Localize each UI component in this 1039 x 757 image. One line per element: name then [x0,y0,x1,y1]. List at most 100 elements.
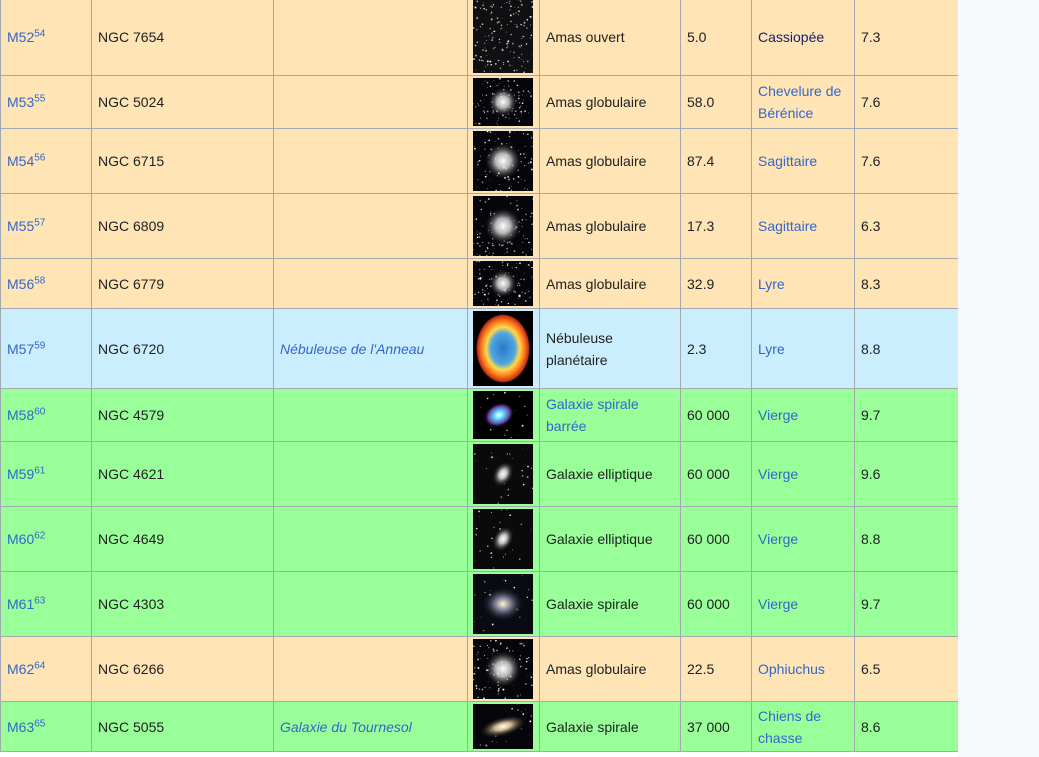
image-cell [467,388,540,442]
image-cell [467,258,540,309]
magnitude-cell: 9.7 [854,388,958,442]
ngc-cell: NGC 4303 [91,571,274,637]
magnitude-cell: 8.3 [854,258,958,309]
constellation-link[interactable]: Chiens de chasse [758,708,821,746]
reference-link[interactable]: 65 [34,718,45,729]
spiral-galaxy-image[interactable] [473,574,533,634]
messier-link[interactable]: M63 [7,719,34,735]
messier-cell: M6365 [0,701,92,752]
name-cell [273,441,468,507]
open-cluster-image[interactable] [473,0,533,73]
type-text: Galaxie spirale [546,596,639,612]
type-link[interactable]: Galaxie spirale barrée [546,396,639,434]
messier-cell: M6264 [0,636,92,702]
magnitude-cell: 6.5 [854,636,958,702]
constellation-cell: Lyre [751,258,855,309]
image-cell [467,128,540,194]
constellation-link[interactable]: Sagittaire [758,218,817,234]
messier-link[interactable]: M60 [7,531,34,547]
type-text: Amas globulaire [546,153,647,169]
reference-link[interactable]: 56 [34,152,45,163]
reference-link[interactable]: 57 [34,217,45,228]
image-cell [467,701,540,752]
ring-nebula-image[interactable] [473,311,533,386]
table-row: M5658 NGC 6779 Amas globulaire 32.9 Lyre… [0,258,958,309]
elliptical-galaxy-image[interactable] [473,509,533,569]
globular-cluster-image[interactable] [473,639,533,699]
messier-cell: M6163 [0,571,92,637]
object-name-link[interactable]: Nébuleuse de l'Anneau [280,341,424,357]
barred-spiral-image[interactable] [473,391,533,439]
name-cell [273,0,468,76]
ngc-cell: NGC 6266 [91,636,274,702]
distance-cell: 17.3 [680,193,752,259]
constellation-cell: Sagittaire [751,128,855,194]
messier-link[interactable]: M56 [7,276,34,292]
name-cell [273,258,468,309]
name-cell [273,571,468,637]
constellation-cell: Vierge [751,506,855,572]
reference-link[interactable]: 59 [34,340,45,351]
constellation-link[interactable]: Ophiuchus [758,661,825,677]
type-cell: Amas globulaire [539,75,681,129]
constellation-link[interactable]: Vierge [758,466,798,482]
reference-link[interactable]: 60 [34,406,45,417]
table-viewport: M5254 NGC 7654 Amas ouvert 5.0 Cassiopée… [0,0,958,757]
reference-link[interactable]: 62 [34,530,45,541]
messier-cell: M5759 [0,308,92,389]
reference-link[interactable]: 64 [34,660,45,671]
distance-cell: 60 000 [680,571,752,637]
messier-link[interactable]: M57 [7,341,34,357]
distance-cell: 60 000 [680,506,752,572]
messier-table: M5254 NGC 7654 Amas ouvert 5.0 Cassiopée… [0,0,958,752]
magnitude-cell: 9.6 [854,441,958,507]
sunflower-galaxy-image[interactable] [473,704,533,749]
messier-link[interactable]: M61 [7,596,34,612]
name-cell [273,128,468,194]
elliptical-galaxy-image[interactable] [473,444,533,504]
table-row: M5860 NGC 4579 Galaxie spirale barrée 60… [0,388,958,442]
reference-link[interactable]: 61 [34,465,45,476]
ngc-cell: NGC 5024 [91,75,274,129]
messier-cell: M5557 [0,193,92,259]
object-name-link[interactable]: Galaxie du Tournesol [280,719,412,735]
table-row: M5759 NGC 6720 Nébuleuse de l'Anneau Néb… [0,308,958,389]
reference-link[interactable]: 58 [34,275,45,286]
globular-cluster-image[interactable] [473,196,533,256]
constellation-link[interactable]: Sagittaire [758,153,817,169]
type-text: Galaxie elliptique [546,466,653,482]
constellation-link[interactable]: Cassiopée [758,29,824,45]
distance-cell: 22.5 [680,636,752,702]
type-text: Galaxie spirale [546,718,639,735]
table-row: M5254 NGC 7654 Amas ouvert 5.0 Cassiopée… [0,0,958,76]
constellation-link[interactable]: Vierge [758,407,798,423]
messier-cell: M5456 [0,128,92,194]
type-cell: Galaxie spirale [539,571,681,637]
type-cell: Amas globulaire [539,636,681,702]
messier-link[interactable]: M54 [7,153,34,169]
messier-link[interactable]: M59 [7,466,34,482]
globular-cluster-image[interactable] [473,131,533,191]
globular-cluster-image[interactable] [473,261,533,306]
messier-link[interactable]: M62 [7,661,34,677]
constellation-link[interactable]: Vierge [758,596,798,612]
type-text: Galaxie elliptique [546,531,653,547]
globular-cluster-image[interactable] [473,78,533,126]
ngc-cell: NGC 7654 [91,0,274,76]
messier-link[interactable]: M55 [7,218,34,234]
ngc-cell: NGC 6779 [91,258,274,309]
image-cell [467,636,540,702]
messier-link[interactable]: M53 [7,94,34,110]
constellation-link[interactable]: Chevelure de Bérénice [758,83,841,121]
type-text: Amas globulaire [546,94,647,110]
reference-link[interactable]: 54 [34,28,45,39]
messier-link[interactable]: M52 [7,29,34,45]
messier-link[interactable]: M58 [7,407,34,423]
constellation-link[interactable]: Lyre [758,341,785,357]
constellation-link[interactable]: Vierge [758,531,798,547]
table-row: M5456 NGC 6715 Amas globulaire 87.4 Sagi… [0,128,958,194]
reference-link[interactable]: 55 [34,93,45,104]
constellation-link[interactable]: Lyre [758,276,785,292]
reference-link[interactable]: 63 [34,595,45,606]
ngc-cell: NGC 4621 [91,441,274,507]
